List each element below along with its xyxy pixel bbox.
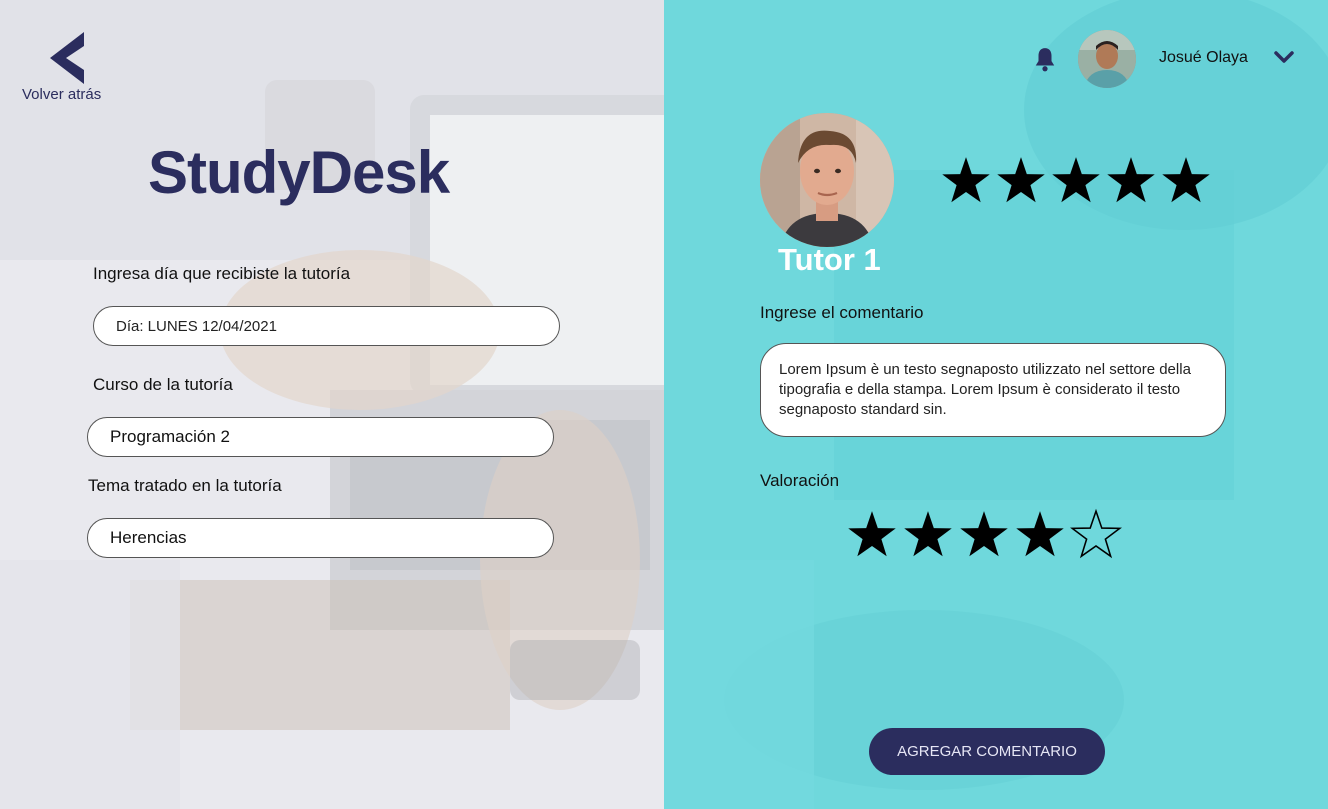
back-button[interactable]: Volver atrás xyxy=(22,30,118,110)
tutor-rating xyxy=(940,154,1212,206)
bell-icon[interactable] xyxy=(1032,46,1058,72)
user-name[interactable]: Josué Olaya xyxy=(1159,49,1248,67)
rating-label: Valoración xyxy=(760,471,840,490)
user-avatar[interactable] xyxy=(1078,30,1136,88)
tutor-photo-image xyxy=(760,113,894,247)
chevron-left-icon xyxy=(50,32,84,84)
star-empty-icon[interactable] xyxy=(1070,508,1122,560)
star-filled-icon xyxy=(942,157,990,203)
star-filled-icon[interactable] xyxy=(902,508,954,560)
rating-input[interactable] xyxy=(846,508,1122,560)
tutor-name: Tutor 1 xyxy=(778,242,881,277)
course-field[interactable]: Programación 2 xyxy=(87,417,554,457)
star-filled-icon[interactable] xyxy=(1014,508,1066,560)
date-label: Ingresa día que recibiste la tutoría xyxy=(93,264,351,283)
course-label: Curso de la tutoría xyxy=(93,375,233,394)
topic-label: Tema tratado en la tutoría xyxy=(88,476,282,495)
tutor-avatar xyxy=(760,113,894,247)
topic-field[interactable]: Herencias xyxy=(87,518,554,558)
app-logo: StudyDesk xyxy=(148,139,450,206)
star-filled-icon xyxy=(1107,157,1155,203)
add-comment-button[interactable]: AGREGAR COMENTARIO xyxy=(869,728,1105,775)
user-avatar-image xyxy=(1078,30,1136,88)
comment-label: Ingrese el comentario xyxy=(760,303,924,322)
star-filled-icon xyxy=(997,157,1045,203)
left-panel: Volver atrás StudyDesk Ingresa día que r… xyxy=(0,0,664,809)
background-photo-left xyxy=(0,0,664,809)
star-filled-icon xyxy=(1162,157,1210,203)
chevron-down-icon[interactable] xyxy=(1274,50,1294,64)
star-filled-icon[interactable] xyxy=(846,508,898,560)
right-panel: Josué Olaya Tutor 1 Ingrese el comentari… xyxy=(664,0,1328,809)
star-filled-icon[interactable] xyxy=(958,508,1010,560)
star-filled-icon xyxy=(1052,157,1100,203)
back-label: Volver atrás xyxy=(22,86,102,103)
date-field[interactable]: Día: LUNES 12/04/2021 xyxy=(93,306,560,346)
comment-textarea[interactable]: Lorem Ipsum è un testo segnaposto utiliz… xyxy=(760,343,1226,437)
